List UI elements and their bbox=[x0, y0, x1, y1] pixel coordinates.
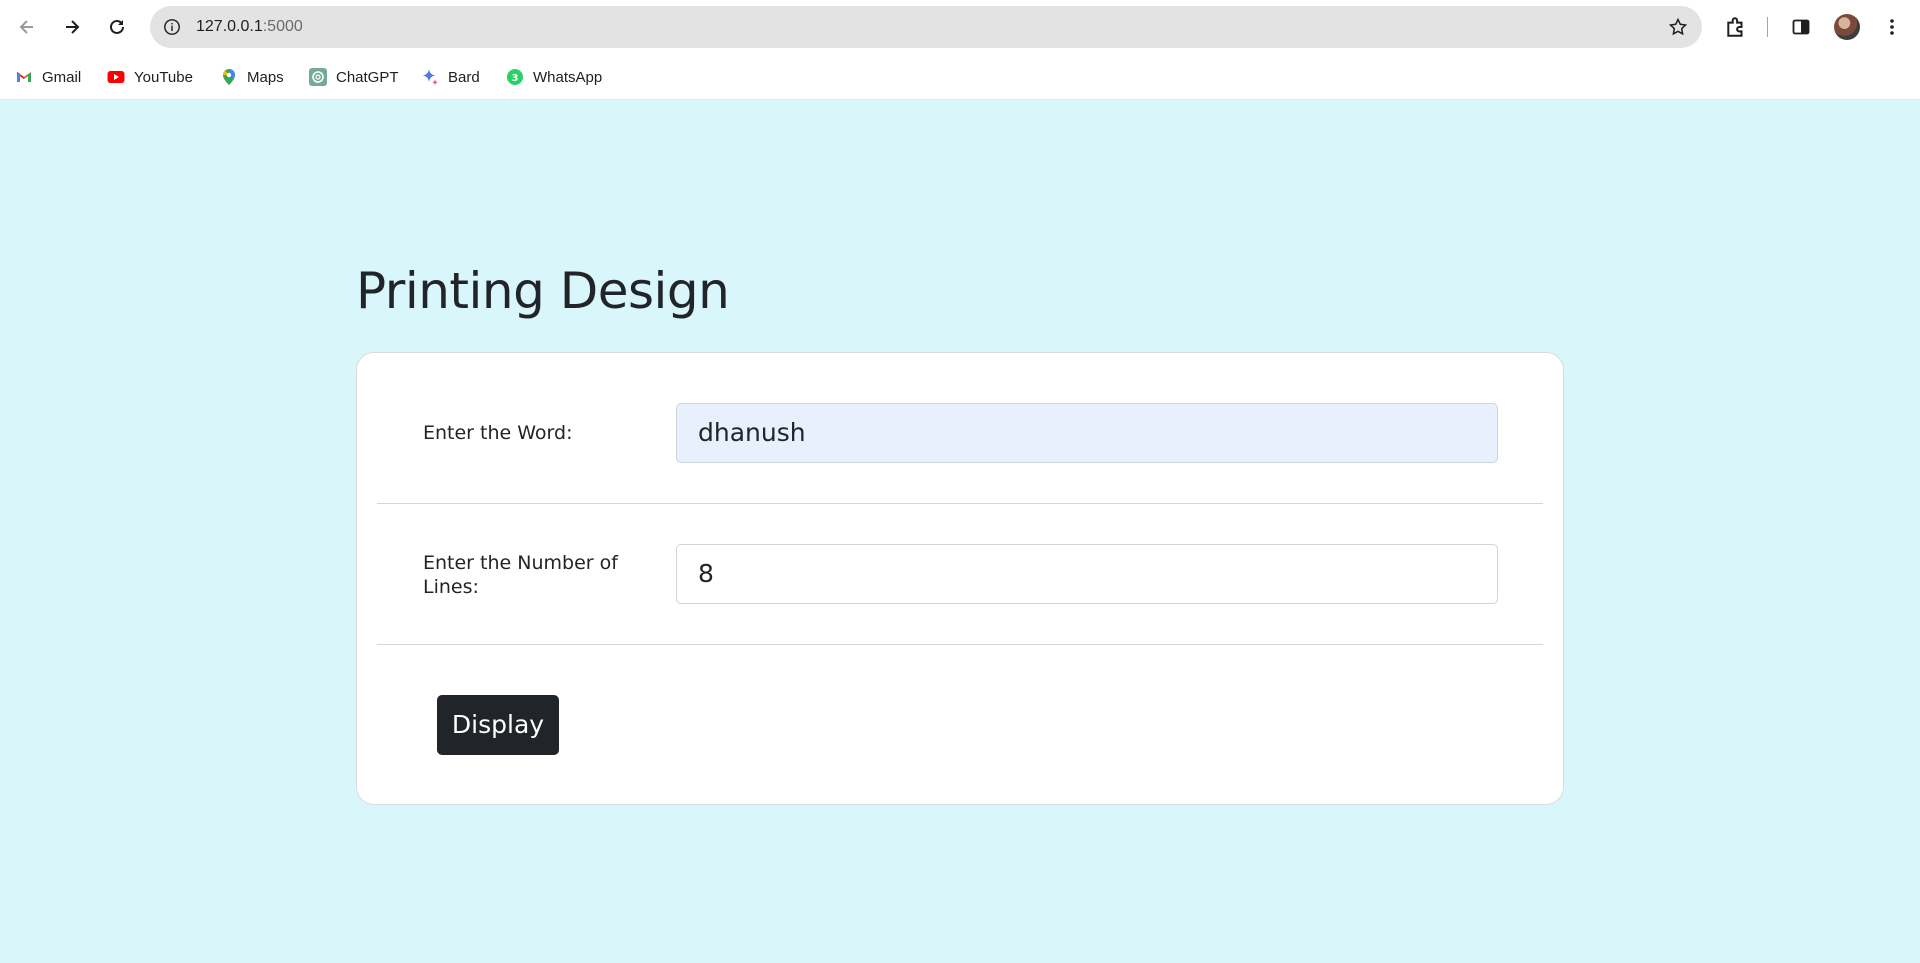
form-card: Enter the Word: dhanush Enter the Number… bbox=[356, 352, 1564, 805]
word-label: Enter the Word: bbox=[423, 422, 573, 444]
side-panel-icon[interactable] bbox=[1786, 12, 1816, 42]
arrow-right-icon bbox=[66, 20, 80, 34]
svg-text:3: 3 bbox=[512, 73, 519, 84]
page-title: Printing Design bbox=[356, 262, 730, 320]
lines-input[interactable]: 8 bbox=[676, 544, 1498, 604]
lines-label: Enter the Number of Lines: bbox=[423, 551, 618, 599]
bard-icon bbox=[421, 68, 439, 86]
browser-toolbar: 127.0.0.1:5000 bbox=[0, 0, 1920, 54]
reload-button[interactable] bbox=[100, 10, 134, 44]
url-text: 127.0.0.1:5000 bbox=[196, 6, 303, 48]
gmail-icon bbox=[15, 68, 33, 86]
reload-icon bbox=[110, 19, 124, 34]
url-host: 127.0.0.1 bbox=[196, 18, 263, 35]
bookmarks-bar: Gmail YouTube Maps ChatGPT Bard 3 WhatsA… bbox=[0, 54, 1920, 100]
bookmark-label: WhatsApp bbox=[533, 68, 603, 86]
bookmark-label: ChatGPT bbox=[336, 68, 399, 86]
lines-label-line1: Enter the Number of bbox=[423, 552, 618, 574]
bookmark-whatsapp[interactable]: 3 WhatsApp bbox=[506, 54, 602, 100]
youtube-icon bbox=[107, 68, 125, 86]
display-button[interactable]: Display bbox=[437, 695, 559, 755]
bookmark-star-icon[interactable] bbox=[1664, 13, 1692, 41]
toolbar-separator bbox=[1767, 17, 1768, 37]
bookmark-bard[interactable]: Bard bbox=[421, 54, 480, 100]
lines-label-line2: Lines: bbox=[423, 576, 479, 598]
word-input[interactable]: dhanush bbox=[676, 403, 1498, 463]
bookmark-label: Bard bbox=[448, 68, 480, 86]
bookmark-chatgpt[interactable]: ChatGPT bbox=[309, 54, 399, 100]
forward-button[interactable] bbox=[55, 10, 89, 44]
more-options-icon[interactable] bbox=[1877, 12, 1907, 42]
profile-avatar[interactable] bbox=[1834, 14, 1860, 40]
maps-icon bbox=[220, 68, 238, 86]
bookmark-youtube[interactable]: YouTube bbox=[107, 54, 193, 100]
bookmark-label: Maps bbox=[247, 68, 284, 86]
site-info-icon[interactable] bbox=[158, 13, 186, 41]
bookmark-gmail[interactable]: Gmail bbox=[15, 54, 81, 100]
extensions-icon[interactable] bbox=[1721, 12, 1751, 42]
bookmark-label: Gmail bbox=[42, 68, 82, 86]
chatgpt-icon bbox=[309, 68, 327, 86]
arrow-left-icon bbox=[19, 20, 33, 34]
bookmark-maps[interactable]: Maps bbox=[220, 54, 284, 100]
whatsapp-icon: 3 bbox=[506, 68, 524, 86]
back-button[interactable] bbox=[10, 10, 44, 44]
url-port: :5000 bbox=[262, 18, 303, 35]
bookmark-label: YouTube bbox=[134, 68, 193, 86]
divider bbox=[377, 644, 1543, 645]
divider bbox=[377, 503, 1543, 504]
address-bar[interactable]: 127.0.0.1:5000 bbox=[150, 6, 1702, 48]
